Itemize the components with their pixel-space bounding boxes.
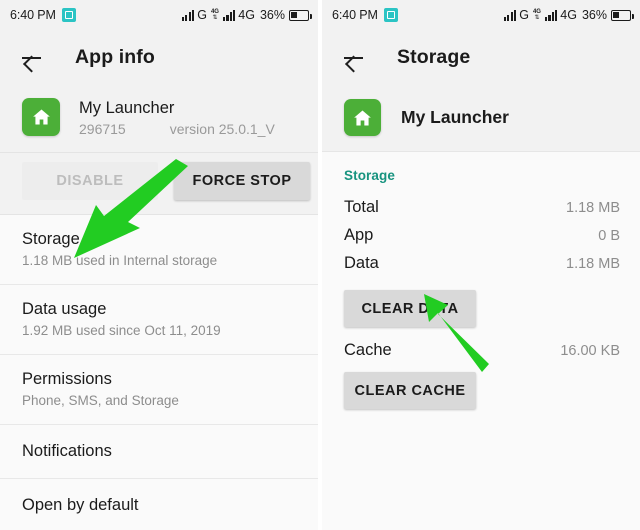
my-launcher-app-icon — [22, 98, 60, 136]
status-bar-right: 6:40 PM G 4G ⇅ 4G 36% — [322, 0, 640, 30]
signal-bars-icon-1 — [181, 9, 195, 21]
back-arrow-icon[interactable] — [342, 46, 366, 70]
battery-icon — [289, 9, 312, 21]
list-item-notifications[interactable]: Notifications — [0, 424, 318, 480]
network-mini-indicator-icon: 4G ⇅ — [210, 8, 219, 22]
back-arrow-icon[interactable] — [20, 46, 44, 70]
page-title-storage: Storage — [397, 46, 471, 68]
status-bar-left-group: 6:40 PM — [332, 8, 398, 22]
network-type-label-1: G — [197, 8, 207, 22]
status-bar-clock: 6:40 PM — [332, 8, 378, 22]
storage-row-data: Data 1.18 MB — [344, 249, 620, 277]
signal-bars-icon-2 — [544, 9, 558, 21]
list-item-subtitle: 1.92 MB used since Oct 11, 2019 — [22, 323, 221, 339]
network-type-label-1: G — [519, 8, 529, 22]
signal-bars-icon-1 — [503, 9, 517, 21]
status-bar-right-group: G 4G ⇅ 4G 36% — [181, 8, 312, 22]
storage-row-app: App 0 B — [344, 221, 620, 249]
page-title-app-info: App info — [75, 46, 155, 68]
storage-row-key: Total — [344, 197, 379, 216]
storage-app-header: My Launcher — [322, 85, 640, 152]
network-type-label-2: 4G — [560, 8, 577, 22]
storage-row-cache: Cache 16.00 KB — [322, 327, 640, 360]
network-type-label-2: 4G — [238, 8, 255, 22]
list-item-open-by-default[interactable]: Open by default — [0, 479, 318, 530]
storage-section-label: Storage — [344, 168, 395, 183]
status-bar-left-group: 6:40 PM — [10, 8, 76, 22]
network-mini-indicator-icon: 4G ⇅ — [532, 8, 541, 22]
screenshot-capture-icon — [383, 8, 398, 22]
list-item-title: Open by default — [22, 496, 139, 515]
screenshot-capture-icon — [61, 8, 76, 22]
clear-cache-button-wrap: CLEAR CACHE — [322, 360, 640, 409]
app-bar-right: Storage — [322, 30, 640, 85]
list-item-title: Storage — [22, 229, 80, 248]
app-package-id-label: 296715 — [79, 120, 126, 137]
list-item-storage[interactable]: Storage 1.18 MB used in Internal storage — [0, 214, 318, 285]
storage-row-total: Total 1.18 MB — [344, 193, 620, 221]
storage-row-value: 16.00 KB — [560, 343, 620, 359]
status-bar-right-group: G 4G ⇅ 4G 36% — [503, 8, 634, 22]
disable-button[interactable]: DISABLE — [22, 161, 158, 200]
clear-data-button-wrap: CLEAR DATA — [322, 277, 640, 327]
storage-row-key: Cache — [344, 341, 392, 359]
left-phone-screen: 6:40 PM G 4G ⇅ 4G 36% App info My Launch… — [0, 0, 318, 530]
dual-screenshot-container: 6:40 PM G 4G ⇅ 4G 36% App info My Launch… — [0, 0, 640, 530]
battery-icon — [611, 9, 634, 21]
right-phone-screen: 6:40 PM G 4G ⇅ 4G 36% Storage My Launche… — [322, 0, 640, 530]
status-bar-left: 6:40 PM G 4G ⇅ 4G 36% — [0, 0, 318, 30]
storage-row-value: 1.18 MB — [566, 255, 620, 272]
app-name-label: My Launcher — [79, 99, 175, 117]
status-bar-clock: 6:40 PM — [10, 8, 56, 22]
list-item-title: Notifications — [22, 441, 112, 460]
storage-breakdown-list: Total 1.18 MB App 0 B Data 1.18 MB — [322, 183, 640, 277]
list-item-title: Permissions — [22, 369, 112, 388]
storage-row-value: 0 B — [598, 227, 620, 244]
storage-row-key: App — [344, 225, 374, 244]
list-item-data-usage[interactable]: Data usage 1.92 MB used since Oct 11, 20… — [0, 284, 318, 355]
battery-percent-label: 36% — [581, 8, 607, 22]
app-name-label: My Launcher — [401, 107, 509, 127]
list-item-permissions[interactable]: Permissions Phone, SMS, and Storage — [0, 354, 318, 425]
clear-cache-button[interactable]: CLEAR CACHE — [344, 372, 476, 409]
storage-row-value: 1.18 MB — [566, 199, 620, 216]
app-action-buttons: DISABLE FORCE STOP — [0, 152, 318, 215]
list-item-subtitle: Phone, SMS, and Storage — [22, 393, 179, 409]
force-stop-button[interactable]: FORCE STOP — [174, 161, 310, 200]
battery-percent-label: 36% — [259, 8, 285, 22]
app-summary-meta: My Launcher 296715 version 25.0.1_V — [79, 98, 302, 137]
app-summary-header: My Launcher 296715 version 25.0.1_V — [0, 85, 318, 153]
list-item-title: Data usage — [22, 299, 107, 318]
signal-bars-icon-2 — [222, 9, 236, 21]
list-item-subtitle: 1.18 MB used in Internal storage — [22, 253, 218, 269]
app-version-label: version 25.0.1_V — [169, 120, 275, 137]
my-launcher-app-icon — [344, 99, 381, 136]
app-bar-left: App info — [0, 30, 318, 85]
clear-data-button[interactable]: CLEAR DATA — [344, 290, 476, 327]
app-settings-list: Storage 1.18 MB used in Internal storage… — [0, 214, 318, 530]
app-summary-subrow: 296715 version 25.0.1_V — [79, 121, 302, 137]
storage-row-key: Data — [344, 253, 379, 272]
